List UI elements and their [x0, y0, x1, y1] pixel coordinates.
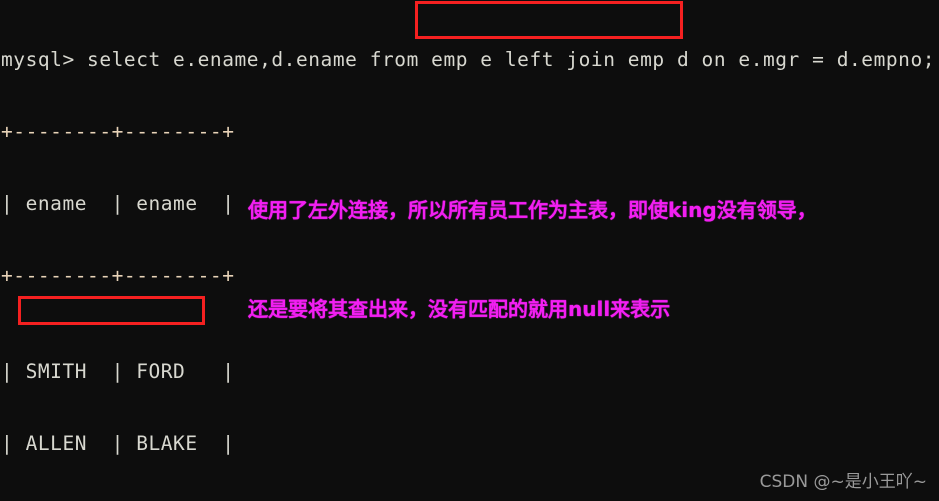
csdn-watermark: CSDN @~是小王吖~: [759, 472, 927, 492]
annotation-line-2: 还是要将其查出来，没有匹配的就用null来表示: [248, 297, 671, 321]
terminal-screenshot: mysql> select e.ename,d.ename from emp e…: [0, 0, 939, 501]
table-row: | ALLEN | BLAKE |: [1, 432, 235, 455]
annotation-text: 使用了左外连接，所以所有员工作为主表，即使king没有领导， 还是要将其查出来，…: [248, 128, 817, 392]
annotation-line-1: 使用了左外连接，所以所有员工作为主表，即使king没有领导，: [248, 198, 817, 222]
sql-prompt-line: mysql> select e.ename,d.ename from emp e…: [1, 48, 936, 71]
